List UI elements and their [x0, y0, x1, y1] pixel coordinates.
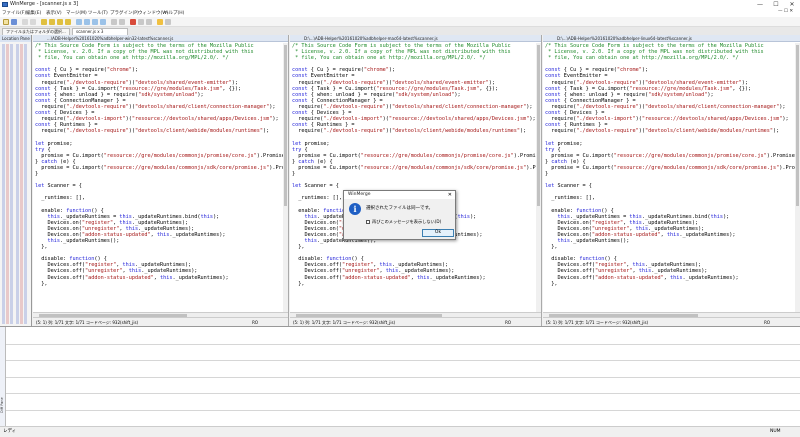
- left-vscroll[interactable]: [283, 43, 288, 312]
- right-vscroll[interactable]: [795, 43, 800, 312]
- options-icon[interactable]: [111, 19, 117, 25]
- right-file-pane[interactable]: D:\...\ADB-Helper%20161020%adbhelper-lin…: [543, 35, 800, 326]
- location-pane[interactable]: Location Pane: [0, 35, 32, 326]
- mdi-controls[interactable]: — ☐ ✕: [778, 9, 793, 14]
- menu-view[interactable]: 表示(V): [46, 10, 62, 16]
- ok-button[interactable]: Ok: [422, 229, 454, 237]
- settings-icon[interactable]: [165, 19, 171, 25]
- minimize-button[interactable]: —: [752, 0, 768, 9]
- right-status: (5: 1) 列: 1/71 文字: 1/71 コードページ: 932(shif…: [543, 317, 800, 326]
- left-file-pane[interactable]: ...\ADB-Helper%20161020%adbhelper-win32-…: [33, 35, 289, 326]
- menu-help[interactable]: ヘルプ(H): [164, 10, 184, 16]
- left-file-path: ...\ADB-Helper%20161020%adbhelper-win32-…: [33, 35, 288, 42]
- info-icon: i: [349, 203, 361, 215]
- dont-show-again-label[interactable]: 再びこのメッセージを表示しない(D): [372, 219, 441, 225]
- refresh-icon[interactable]: [119, 19, 125, 25]
- bookmark-icon[interactable]: [157, 19, 163, 25]
- menu-bar: ファイル(F) 編集(E) 表示(V) マージ(M) ツール(T) プラグイン(…: [0, 9, 800, 17]
- redo-icon[interactable]: [30, 19, 36, 25]
- middle-status: (5: 1) 列: 1/71 文字: 1/71 コードページ: 932(shif…: [290, 317, 541, 326]
- window-title: WinMerge - [scanner.js x 3]: [10, 1, 79, 7]
- copy-right-icon[interactable]: [76, 19, 82, 25]
- close-button[interactable]: ✕: [784, 0, 800, 9]
- message-dialog: WinMerge ✕ i 選択されたファイルは同一です。 再びこのメッセージを表…: [343, 190, 456, 240]
- menu-file[interactable]: ファイル(F): [2, 10, 26, 16]
- menu-edit[interactable]: 編集(E): [26, 10, 41, 16]
- menu-merge[interactable]: マージ(M): [66, 10, 87, 16]
- next-diff-icon[interactable]: [49, 19, 55, 25]
- undo-icon[interactable]: [22, 19, 28, 25]
- middle-code-view[interactable]: /* This Source Code Form is subject to t…: [292, 43, 541, 287]
- copy-all-left-icon[interactable]: [100, 19, 106, 25]
- toolbar: [0, 17, 800, 27]
- last-diff-icon[interactable]: [65, 19, 71, 25]
- dont-show-again-checkbox[interactable]: [366, 220, 370, 224]
- compare-icon[interactable]: [138, 19, 144, 25]
- location-pane-title: Location Pane: [0, 35, 31, 42]
- middle-file-pane[interactable]: D:\...\ADB-Helper%20161020%adbhelper-mac…: [290, 35, 542, 326]
- open-icon[interactable]: [3, 19, 9, 25]
- maximize-button[interactable]: ☐: [768, 0, 784, 9]
- dialog-title: WinMerge: [344, 191, 455, 199]
- tab-bar: ファイルまたはフォルダの選択... scanner.js x 3: [0, 27, 800, 35]
- dialog-close-icon[interactable]: ✕: [448, 191, 452, 199]
- right-file-path: D:\...\ADB-Helper%20161020%adbhelper-lin…: [543, 35, 800, 42]
- stop-icon[interactable]: [130, 19, 136, 25]
- prev-diff-icon[interactable]: [41, 19, 47, 25]
- first-diff-icon[interactable]: [57, 19, 63, 25]
- tab-scanner-js[interactable]: scanner.js x 3: [72, 28, 128, 35]
- menu-tools[interactable]: ツール(T): [88, 10, 108, 16]
- tab-select-files[interactable]: ファイルまたはフォルダの選択...: [2, 28, 70, 35]
- middle-file-path: D:\...\ADB-Helper%20161020%adbhelper-mac…: [290, 35, 541, 42]
- save-icon[interactable]: [11, 19, 17, 25]
- status-bar: レディ NUM: [0, 426, 800, 436]
- diff-pane[interactable]: Diff Pane: [0, 326, 800, 427]
- copy-left-icon[interactable]: [84, 19, 90, 25]
- location-map[interactable]: [2, 44, 30, 324]
- app-icon: [2, 2, 8, 7]
- title-bar: WinMerge - [scanner.js x 3] — ☐ ✕: [0, 0, 800, 9]
- left-code-view[interactable]: /* This Source Code Form is subject to t…: [35, 43, 288, 287]
- copy-all-right-icon[interactable]: [92, 19, 98, 25]
- menu-plugins[interactable]: プラグイン(P): [110, 10, 139, 16]
- right-code-view[interactable]: /* This Source Code Form is subject to t…: [545, 43, 800, 287]
- dialog-message: 選択されたファイルは同一です。: [366, 206, 434, 211]
- filter-icon[interactable]: [146, 19, 152, 25]
- left-status: (5: 1) 列: 1/71 文字: 1/71 コードページ: 932(shif…: [33, 317, 288, 326]
- middle-vscroll[interactable]: [536, 43, 541, 312]
